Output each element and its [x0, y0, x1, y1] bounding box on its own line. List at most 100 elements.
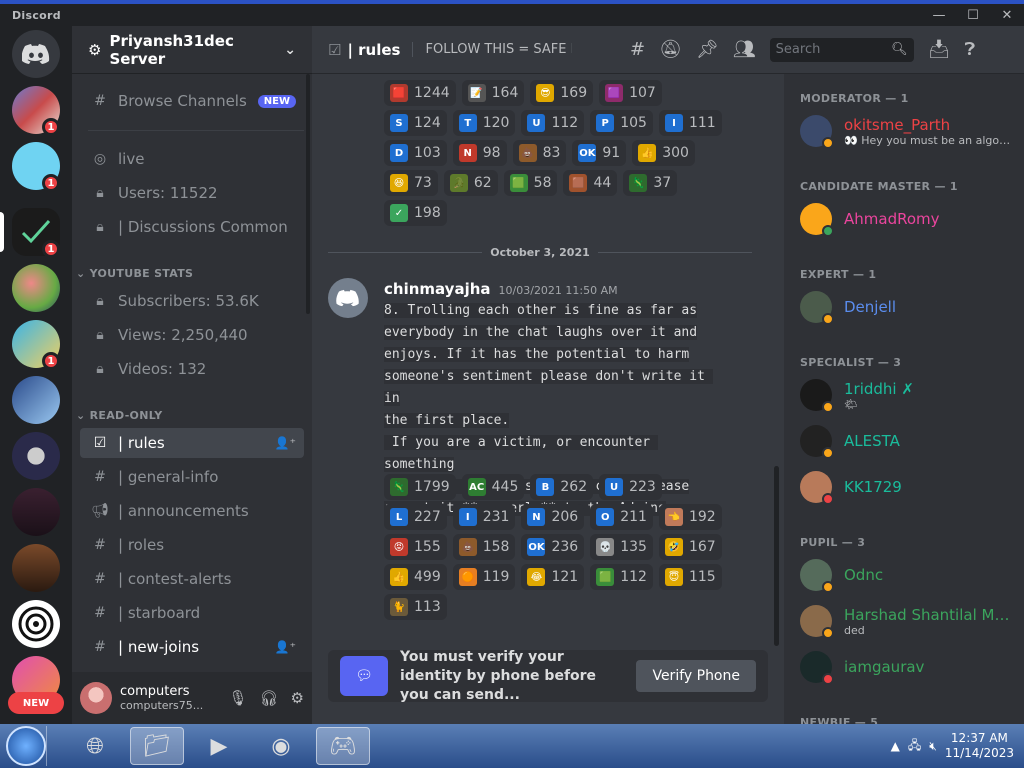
- channel-rules[interactable]: ☑ | rules 👤⁺: [80, 428, 304, 458]
- reaction-button[interactable]: N 98: [452, 140, 507, 166]
- reaction-button[interactable]: P 105: [590, 110, 653, 136]
- reaction-button[interactable]: N 206: [521, 504, 585, 530]
- home-button[interactable]: [12, 30, 60, 78]
- channel-contest-alerts[interactable]: # | contest-alerts: [80, 564, 304, 594]
- server-icon-8[interactable]: [12, 488, 60, 536]
- tray-expand-icon[interactable]: ▲: [891, 739, 900, 753]
- reaction-button[interactable]: ✓ 198: [384, 200, 447, 226]
- reaction-button[interactable]: 🤣 167: [658, 534, 722, 560]
- member-item[interactable]: Odnc: [800, 554, 1020, 596]
- server-icon-4[interactable]: [12, 264, 60, 312]
- new-servers-badge[interactable]: NEW: [8, 692, 64, 714]
- channel-views[interactable]: 🔒︎ Views: 2,250,440: [80, 320, 304, 350]
- chrome-taskbar-button[interactable]: ◉: [254, 727, 308, 765]
- start-button[interactable]: [6, 726, 46, 766]
- reaction-button[interactable]: 👈 192: [658, 504, 722, 530]
- reaction-button[interactable]: 🟩 112: [590, 564, 653, 590]
- discord-taskbar-button[interactable]: 🎮︎: [316, 727, 370, 765]
- settings-gear-icon[interactable]: ⚙: [291, 689, 304, 707]
- mute-bell-icon[interactable]: 🔕︎: [659, 39, 682, 60]
- channel-general-info[interactable]: # | general-info: [80, 462, 304, 492]
- reaction-button[interactable]: 🟫 44: [563, 170, 618, 196]
- reaction-button[interactable]: 💩 158: [452, 534, 516, 560]
- reaction-button[interactable]: D 103: [384, 140, 447, 166]
- media-player-taskbar-button[interactable]: ▶: [192, 727, 246, 765]
- server-icon-7[interactable]: [12, 432, 60, 480]
- reaction-button[interactable]: 💀 135: [590, 534, 653, 560]
- reaction-button[interactable]: AC 445: [461, 474, 525, 500]
- reaction-button[interactable]: 😇 115: [658, 564, 722, 590]
- server-icon-10[interactable]: [12, 600, 60, 648]
- member-item[interactable]: KK1729: [800, 466, 1020, 508]
- reaction-button[interactable]: 🐊 62: [443, 170, 498, 196]
- verify-phone-button[interactable]: Verify Phone: [636, 660, 756, 692]
- category-youtube-stats[interactable]: ⌄ YOUTUBE STATS: [76, 267, 193, 280]
- channel-starboard[interactable]: # | starboard: [80, 598, 304, 628]
- avatar[interactable]: [328, 278, 368, 318]
- reaction-button[interactable]: 🟪 107: [599, 80, 662, 106]
- member-item[interactable]: iamgaurav: [800, 646, 1020, 688]
- maximize-button[interactable]: ☐: [956, 4, 990, 26]
- reaction-button[interactable]: OK 236: [521, 534, 585, 560]
- member-item[interactable]: okitsme_Parth 👀 Hey you must be an algori…: [800, 110, 1020, 152]
- reaction-button[interactable]: 🦎 37: [623, 170, 678, 196]
- sidebar-scrollbar[interactable]: [306, 74, 310, 314]
- channel-new-joins[interactable]: # | new-joins 👤⁺: [80, 632, 304, 662]
- reaction-button[interactable]: U 223: [599, 474, 662, 500]
- reaction-button[interactable]: O 211: [590, 504, 653, 530]
- reaction-button[interactable]: 🟩 58: [503, 170, 558, 196]
- reaction-button[interactable]: 😎 169: [530, 80, 594, 106]
- chat-scrollbar[interactable]: [774, 466, 779, 646]
- message-author[interactable]: chinmayajha: [384, 280, 491, 298]
- channel-live[interactable]: ◎ live: [80, 144, 304, 174]
- channel-roles[interactable]: # | roles: [80, 530, 304, 560]
- reaction-button[interactable]: 😆 73: [384, 170, 438, 196]
- volume-muted-icon[interactable]: 🔇︎: [929, 739, 937, 754]
- network-icon[interactable]: 🖧: [908, 736, 921, 757]
- channel-announcements[interactable]: 📢︎ | announcements: [80, 496, 304, 526]
- server-header[interactable]: ⚙ Priyansh31dec Server ⌄: [72, 26, 312, 74]
- channel-topic[interactable]: FOLLOW THIS = SAFE D...: [412, 42, 572, 57]
- member-item[interactable]: 1riddhi ✗ 🌤: [800, 374, 1020, 416]
- invite-icon[interactable]: 👤⁺: [275, 640, 296, 654]
- threads-icon[interactable]: #: [630, 39, 645, 60]
- close-button[interactable]: ✕: [990, 4, 1024, 26]
- reaction-button[interactable]: L 227: [384, 504, 447, 530]
- reaction-button[interactable]: U 112: [521, 110, 585, 136]
- reaction-button[interactable]: 😡 155: [384, 534, 447, 560]
- member-item[interactable]: ALESTA: [800, 420, 1020, 462]
- reaction-button[interactable]: 👍 300: [632, 140, 695, 166]
- ie-taskbar-button[interactable]: 🌐︎: [68, 727, 122, 765]
- microphone-icon[interactable]: 🎙︎: [228, 689, 247, 707]
- category-read-only[interactable]: ⌄ READ-ONLY: [76, 409, 163, 422]
- channel-discussions[interactable]: 🔒︎ | Discussions Common: [80, 212, 304, 242]
- explorer-taskbar-button[interactable]: 📁︎: [130, 727, 184, 765]
- browse-channels[interactable]: # Browse Channels NEW: [80, 86, 304, 116]
- reaction-button[interactable]: I 111: [658, 110, 722, 136]
- reaction-button[interactable]: 🦎 1799: [384, 474, 456, 500]
- channel-subscribers[interactable]: 🔒︎ Subscribers: 53.6K: [80, 286, 304, 316]
- search-input[interactable]: Search 🔍︎: [769, 37, 914, 62]
- inbox-icon[interactable]: 📥︎: [928, 39, 951, 60]
- pin-icon[interactable]: 📌︎: [696, 39, 719, 60]
- minimize-button[interactable]: —: [922, 4, 956, 26]
- member-list-icon[interactable]: 👥︎: [733, 39, 756, 60]
- reaction-button[interactable]: 💩 83: [512, 140, 567, 166]
- member-item[interactable]: Harshad Shantilal Me... ded: [800, 600, 1020, 642]
- reaction-button[interactable]: 🐈 113: [384, 594, 447, 620]
- reaction-button[interactable]: 👍 499: [384, 564, 447, 590]
- reaction-button[interactable]: OK 91: [572, 140, 627, 166]
- channel-users[interactable]: 🔒︎ Users: 11522: [80, 178, 304, 208]
- clock[interactable]: 12:37 AM 11/14/2023: [945, 731, 1014, 761]
- server-icon-6[interactable]: [12, 376, 60, 424]
- reaction-button[interactable]: 😂 121: [521, 564, 585, 590]
- reaction-button[interactable]: S 124: [384, 110, 447, 136]
- server-icon-9[interactable]: [12, 544, 60, 592]
- reaction-button[interactable]: 📝 164: [461, 80, 525, 106]
- channel-videos[interactable]: 🔒︎ Videos: 132: [80, 354, 304, 384]
- reaction-button[interactable]: T 120: [452, 110, 516, 136]
- help-icon[interactable]: ❓︎: [965, 39, 976, 60]
- invite-icon[interactable]: 👤⁺: [275, 436, 296, 450]
- member-item[interactable]: Denjell: [800, 286, 1020, 328]
- reaction-button[interactable]: B 262: [530, 474, 594, 500]
